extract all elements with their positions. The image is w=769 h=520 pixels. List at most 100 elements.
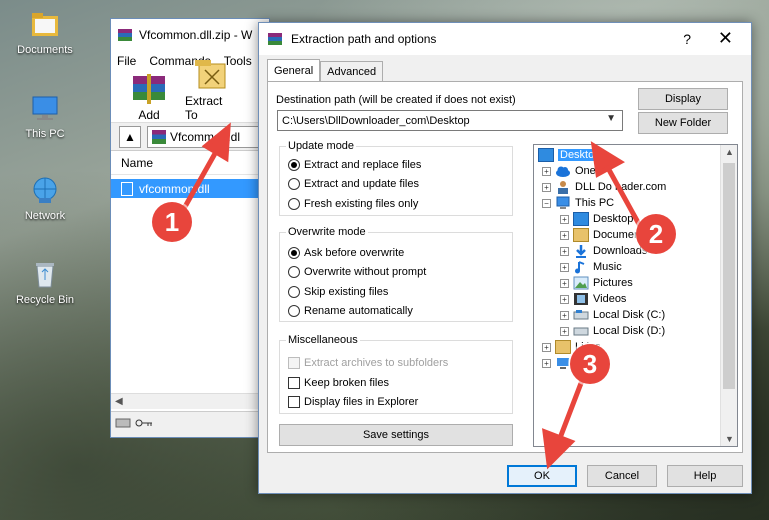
check-keep-broken-files[interactable]: Keep broken files	[288, 377, 389, 389]
winrar-title-bar[interactable]: Vfcommon.dll.zip - W	[111, 19, 269, 51]
new-folder-button[interactable]: New Folder	[638, 112, 728, 134]
up-arrow-icon: ▲	[124, 129, 136, 144]
expand-icon[interactable]: +	[560, 230, 569, 240]
checkbox-icon	[288, 396, 300, 408]
tree-item-this-pc[interactable]: − This PC	[542, 195, 614, 211]
dialog-title: Extraction path and options	[291, 32, 437, 46]
tree-item-user[interactable]: + DLL Do nader.com	[542, 179, 666, 195]
drive-key-icon	[115, 416, 155, 433]
option-label: Extract and update files	[304, 178, 419, 190]
destination-path-combo[interactable]: C:\Users\DllDownloader_com\Desktop ▼	[277, 110, 623, 131]
expand-icon[interactable]: +	[542, 358, 551, 368]
radio-extract-replace[interactable]: Extract and replace files	[288, 159, 421, 171]
tree-item-label: Documen	[593, 229, 641, 241]
tab-advanced[interactable]: Advanced	[320, 61, 384, 81]
dialog-tabs: General Advanced	[267, 59, 384, 81]
scroll-down-icon[interactable]: ▼	[725, 434, 734, 444]
overwrite-mode-group: Overwrite mode Ask before overwrite Over…	[279, 226, 513, 322]
tree-item-documents[interactable]: + Documen	[560, 227, 640, 243]
expand-icon[interactable]: +	[560, 326, 569, 336]
expand-icon[interactable]: +	[560, 310, 569, 320]
expand-icon[interactable]: +	[560, 246, 569, 256]
tree-item-local-disk-d[interactable]: + Local Disk (D:)	[560, 323, 665, 339]
column-header-name[interactable]: Name	[111, 151, 269, 175]
tree-item-label: Downloads	[593, 245, 648, 257]
display-button[interactable]: Display	[638, 88, 728, 110]
network-icon	[555, 356, 571, 370]
help-button[interactable]: Help	[667, 465, 743, 487]
option-label: Display files in Explorer	[304, 396, 419, 408]
option-label: Fresh existing files only	[304, 198, 419, 210]
expand-icon[interactable]: +	[560, 278, 569, 288]
expand-icon[interactable]: +	[542, 182, 551, 192]
tree-item-downloads[interactable]: + Downloads	[560, 243, 647, 259]
desktop-icon-documents[interactable]: Documents	[7, 8, 83, 56]
user-icon	[555, 180, 571, 194]
tab-general[interactable]: General	[267, 59, 321, 81]
recycle-bin-icon	[29, 258, 61, 290]
computer-icon	[29, 92, 61, 124]
documents-folder-icon	[573, 228, 589, 242]
check-extract-to-subfolders: Extract archives to subfolders	[288, 357, 448, 369]
tree-item-videos[interactable]: + Videos	[560, 291, 626, 307]
horizontal-scrollbar[interactable]: ◀	[111, 393, 269, 409]
winrar-title: Vfcommon.dll.zip - W	[139, 28, 253, 42]
expand-icon[interactable]: +	[542, 166, 551, 176]
radio-skip-existing[interactable]: Skip existing files	[288, 286, 388, 298]
scroll-up-icon[interactable]: ▲	[725, 147, 734, 157]
radio-fresh-existing[interactable]: Fresh existing files only	[288, 198, 418, 210]
ok-button[interactable]: OK	[507, 465, 577, 487]
checkbox-icon	[288, 357, 300, 369]
winrar-path-text: Vfcommon.dl	[170, 129, 241, 144]
desktop-icon-this-pc[interactable]: This PC	[7, 92, 83, 140]
winrar-icon	[267, 31, 283, 47]
winrar-path-field[interactable]: Vfcommon.dl	[147, 125, 269, 148]
folder-tree[interactable]: Desktop + OneD + DLL Do nader.com − This…	[533, 144, 738, 447]
cancel-button[interactable]: Cancel	[587, 465, 657, 487]
desktop-icon-recycle-bin[interactable]: Recycle Bin	[7, 258, 83, 306]
tree-item-desktop-root[interactable]: Desktop	[538, 147, 603, 163]
close-icon[interactable]: ✕	[718, 28, 733, 49]
library-icon	[555, 340, 571, 354]
radio-ask-before-overwrite[interactable]: Ask before overwrite	[288, 247, 404, 259]
help-icon[interactable]: ?	[683, 31, 691, 47]
radio-icon	[288, 305, 300, 317]
menu-file[interactable]: File	[117, 54, 136, 68]
expand-icon[interactable]: +	[560, 262, 569, 272]
option-label: Extract and replace files	[304, 159, 422, 171]
scroll-thumb[interactable]	[723, 163, 735, 389]
checkbox-icon	[288, 377, 300, 389]
folder-icon	[29, 8, 61, 40]
add-label: Add	[138, 108, 160, 122]
extract-to-button[interactable]: Extract To	[185, 58, 237, 122]
desktop-icon-network[interactable]: Network	[7, 174, 83, 222]
chevron-down-icon[interactable]: ▼	[606, 113, 616, 124]
tree-vertical-scrollbar[interactable]: ▲ ▼	[720, 145, 737, 446]
desktop-icon-label: This PC	[25, 128, 65, 140]
save-settings-button[interactable]: Save settings	[279, 424, 513, 446]
file-row[interactable]: vfcommon.dll	[111, 179, 269, 198]
collapse-icon[interactable]: −	[542, 198, 551, 208]
tree-item-label: DLL Do nader.com	[575, 181, 667, 193]
radio-rename-automatically[interactable]: Rename automatically	[288, 305, 413, 317]
radio-overwrite-without-prompt[interactable]: Overwrite without prompt	[288, 266, 426, 278]
tree-item-desktop[interactable]: + Desktop	[560, 211, 633, 227]
radio-icon	[288, 266, 300, 278]
expand-icon[interactable]: +	[560, 294, 569, 304]
archive-small-icon	[152, 129, 166, 144]
tree-item-music[interactable]: + Music	[560, 259, 622, 275]
radio-extract-update[interactable]: Extract and update files	[288, 178, 419, 190]
dialog-title-bar[interactable]: Extraction path and options ? ✕	[259, 23, 751, 55]
up-folder-button[interactable]: ▲	[119, 125, 141, 148]
tree-item-pictures[interactable]: + Pictures	[560, 275, 633, 291]
check-display-in-explorer[interactable]: Display files in Explorer	[288, 396, 418, 408]
add-button[interactable]: Add	[123, 72, 175, 122]
tree-item-local-disk-c[interactable]: + Local Disk (C:)	[560, 307, 665, 323]
tree-item-label: Pictures	[593, 277, 633, 289]
overwrite-mode-title: Overwrite mode	[286, 226, 368, 238]
expand-icon[interactable]: +	[560, 214, 569, 224]
network-icon	[29, 174, 61, 206]
winrar-icon	[117, 27, 133, 43]
tree-item-onedrive[interactable]: + OneD	[542, 163, 604, 179]
expand-icon[interactable]: +	[542, 342, 551, 352]
